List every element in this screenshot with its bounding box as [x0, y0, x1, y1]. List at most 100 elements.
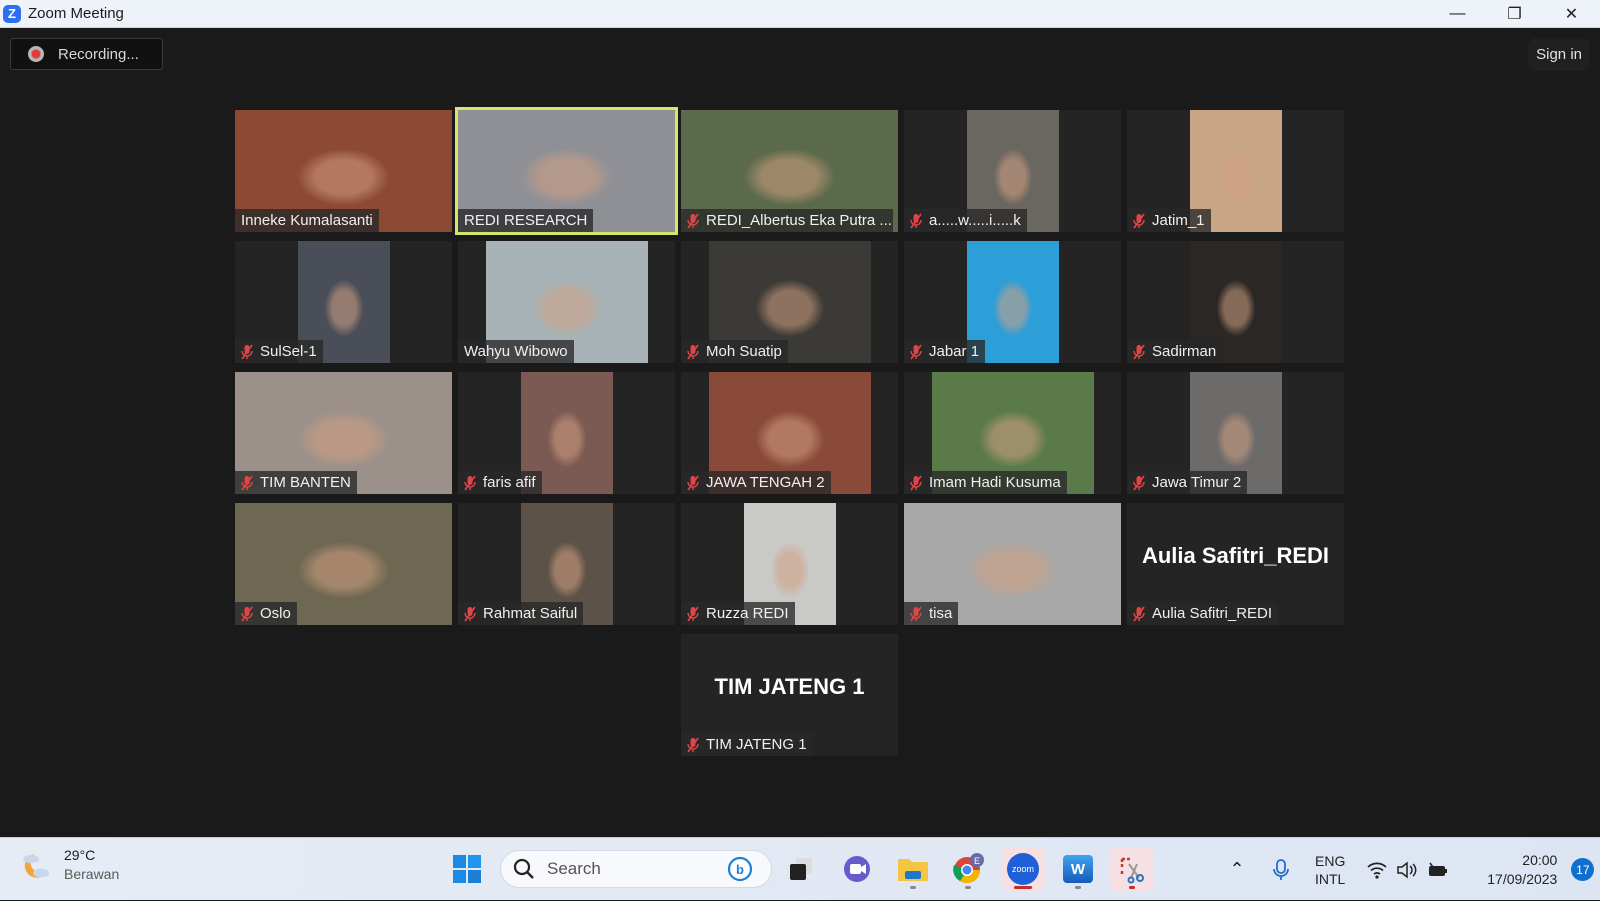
- participant-nameplate: Rahmat Saiful: [458, 602, 584, 625]
- participant-nameplate: Jabar 1: [904, 340, 986, 363]
- system-tray: ⌃ ENG INTL 20:00 17/09/2023 17: [1225, 838, 1595, 901]
- taskbar-search[interactable]: Search b: [500, 850, 772, 888]
- show-hidden-icons-button[interactable]: ⌃: [1225, 859, 1249, 880]
- participant-tile[interactable]: REDI_Albertus Eka Putra ...: [681, 110, 898, 232]
- participant-name: SulSel-1: [260, 343, 317, 360]
- running-indicator: [910, 886, 916, 889]
- microphone-icon[interactable]: [1271, 858, 1291, 881]
- participant-name: Imam Hadi Kusuma: [929, 474, 1061, 491]
- participant-name: JAWA TENGAH 2: [706, 474, 825, 491]
- window-controls: — ❐ ✕: [1429, 0, 1600, 28]
- participant-tile[interactable]: a.....w.....i.....k: [904, 110, 1121, 232]
- participant-nameplate: Jawa Timur 2: [1127, 471, 1248, 494]
- participant-tile[interactable]: Moh Suatip: [681, 241, 898, 363]
- minimize-icon: —: [1449, 5, 1466, 22]
- running-indicator: [965, 886, 971, 889]
- active-indicator: [1129, 886, 1135, 889]
- participant-tile[interactable]: REDI RESEARCH: [455, 107, 678, 235]
- muted-microphone-icon: [910, 344, 922, 360]
- participant-tile[interactable]: faris afif: [458, 372, 675, 494]
- participant-tile[interactable]: TIM JATENG 1 TIM JATENG 1: [681, 634, 898, 756]
- minimize-button[interactable]: —: [1429, 0, 1486, 28]
- participant-name: Ruzza REDI: [706, 605, 789, 622]
- participant-tile[interactable]: Jawa Timur 2: [1127, 372, 1344, 494]
- muted-microphone-icon: [1133, 213, 1145, 229]
- clock[interactable]: 20:00 17/09/2023: [1477, 851, 1557, 889]
- muted-microphone-icon: [687, 344, 699, 360]
- participant-nameplate: Moh Suatip: [681, 340, 788, 363]
- recording-label: Recording...: [58, 45, 139, 63]
- sign-in-button[interactable]: Sign in: [1528, 38, 1590, 71]
- close-button[interactable]: ✕: [1543, 0, 1600, 28]
- participant-tile[interactable]: Inneke Kumalasanti: [235, 110, 452, 232]
- muted-microphone-icon: [241, 344, 253, 360]
- participant-tile[interactable]: Rahmat Saiful: [458, 503, 675, 625]
- weather-temperature: 29°C: [64, 847, 96, 863]
- weather-widget[interactable]: 29°C Berawan: [20, 846, 119, 884]
- participant-tile[interactable]: Jabar 1: [904, 241, 1121, 363]
- participant-name: Aulia Safitri_REDI: [1152, 605, 1273, 622]
- snipping-tool-button[interactable]: [1110, 847, 1154, 891]
- task-view-button[interactable]: [779, 847, 823, 891]
- chrome-icon: E: [953, 853, 984, 884]
- participant-nameplate: Ruzza REDI: [681, 602, 795, 625]
- language-code: ENG: [1315, 852, 1346, 869]
- video-chat-icon: [844, 856, 870, 882]
- participant-name: REDI_Albertus Eka Putra ...: [706, 212, 892, 229]
- search-placeholder: Search: [547, 859, 601, 878]
- participant-tile[interactable]: JAWA TENGAH 2: [681, 372, 898, 494]
- meeting-area: Recording... Sign in Inneke Kumalasanti R…: [0, 28, 1600, 837]
- muted-microphone-icon: [910, 475, 922, 491]
- meet-app-button[interactable]: [835, 847, 879, 891]
- participant-tile[interactable]: Imam Hadi Kusuma: [904, 372, 1121, 494]
- participant-name: Inneke Kumalasanti: [241, 212, 373, 229]
- participant-nameplate: TIM BANTEN: [235, 471, 357, 494]
- svg-text:b: b: [736, 862, 744, 877]
- participant-tile[interactable]: Oslo: [235, 503, 452, 625]
- record-icon: [28, 46, 44, 62]
- windows-icon: [453, 855, 481, 883]
- weather-description: Berawan: [64, 866, 120, 882]
- chrome-button[interactable]: E: [946, 847, 990, 891]
- partly-cloudy-night-icon: [20, 848, 54, 882]
- participant-nameplate: TIM JATENG 1: [681, 733, 813, 756]
- file-explorer-button[interactable]: [891, 847, 935, 891]
- participant-tile[interactable]: Sadirman: [1127, 241, 1344, 363]
- muted-microphone-icon: [241, 606, 253, 622]
- participant-name: tisa: [929, 605, 953, 622]
- input-language[interactable]: ENG INTL: [1315, 852, 1345, 888]
- window-titlebar: Z Zoom Meeting — ❐ ✕: [0, 0, 1600, 28]
- recording-indicator[interactable]: Recording...: [10, 38, 163, 70]
- muted-microphone-icon: [1133, 344, 1145, 360]
- participant-tile[interactable]: SulSel-1: [235, 241, 452, 363]
- participant-tile[interactable]: TIM BANTEN: [235, 372, 452, 494]
- notification-badge[interactable]: 17: [1571, 858, 1595, 881]
- wifi-icon[interactable]: [1367, 861, 1387, 879]
- volume-icon[interactable]: [1396, 860, 1418, 879]
- svg-text:E: E: [974, 856, 980, 866]
- participant-tile[interactable]: Wahyu Wibowo: [458, 241, 675, 363]
- start-button[interactable]: [445, 847, 489, 891]
- participant-name: TIM BANTEN: [260, 474, 351, 491]
- participant-nameplate: JAWA TENGAH 2: [681, 471, 831, 494]
- muted-microphone-icon: [910, 213, 922, 229]
- participant-nameplate: tisa: [904, 602, 959, 625]
- close-icon: ✕: [1564, 6, 1579, 23]
- zoom-taskbar-button[interactable]: zoom: [1001, 847, 1045, 891]
- restore-icon: ❐: [1507, 6, 1522, 23]
- participant-tile[interactable]: tisa: [904, 503, 1121, 625]
- word-icon: W: [1063, 855, 1093, 883]
- participant-tile[interactable]: Jatim_1: [1127, 110, 1344, 232]
- restore-button[interactable]: ❐: [1486, 0, 1543, 28]
- participant-name: Wahyu Wibowo: [464, 343, 568, 360]
- word-button[interactable]: W: [1056, 847, 1100, 891]
- participant-tile[interactable]: Ruzza REDI: [681, 503, 898, 625]
- bing-icon[interactable]: b: [727, 856, 753, 882]
- battery-charging-icon[interactable]: [1427, 861, 1449, 879]
- window-title: Zoom Meeting: [28, 5, 124, 22]
- muted-microphone-icon: [1133, 475, 1145, 491]
- participant-nameplate: Inneke Kumalasanti: [235, 209, 379, 232]
- muted-microphone-icon: [687, 475, 699, 491]
- participant-tile[interactable]: Aulia Safitri_REDI Aulia Safitri_REDI: [1127, 503, 1344, 625]
- participant-name: Jawa Timur 2: [1152, 474, 1242, 491]
